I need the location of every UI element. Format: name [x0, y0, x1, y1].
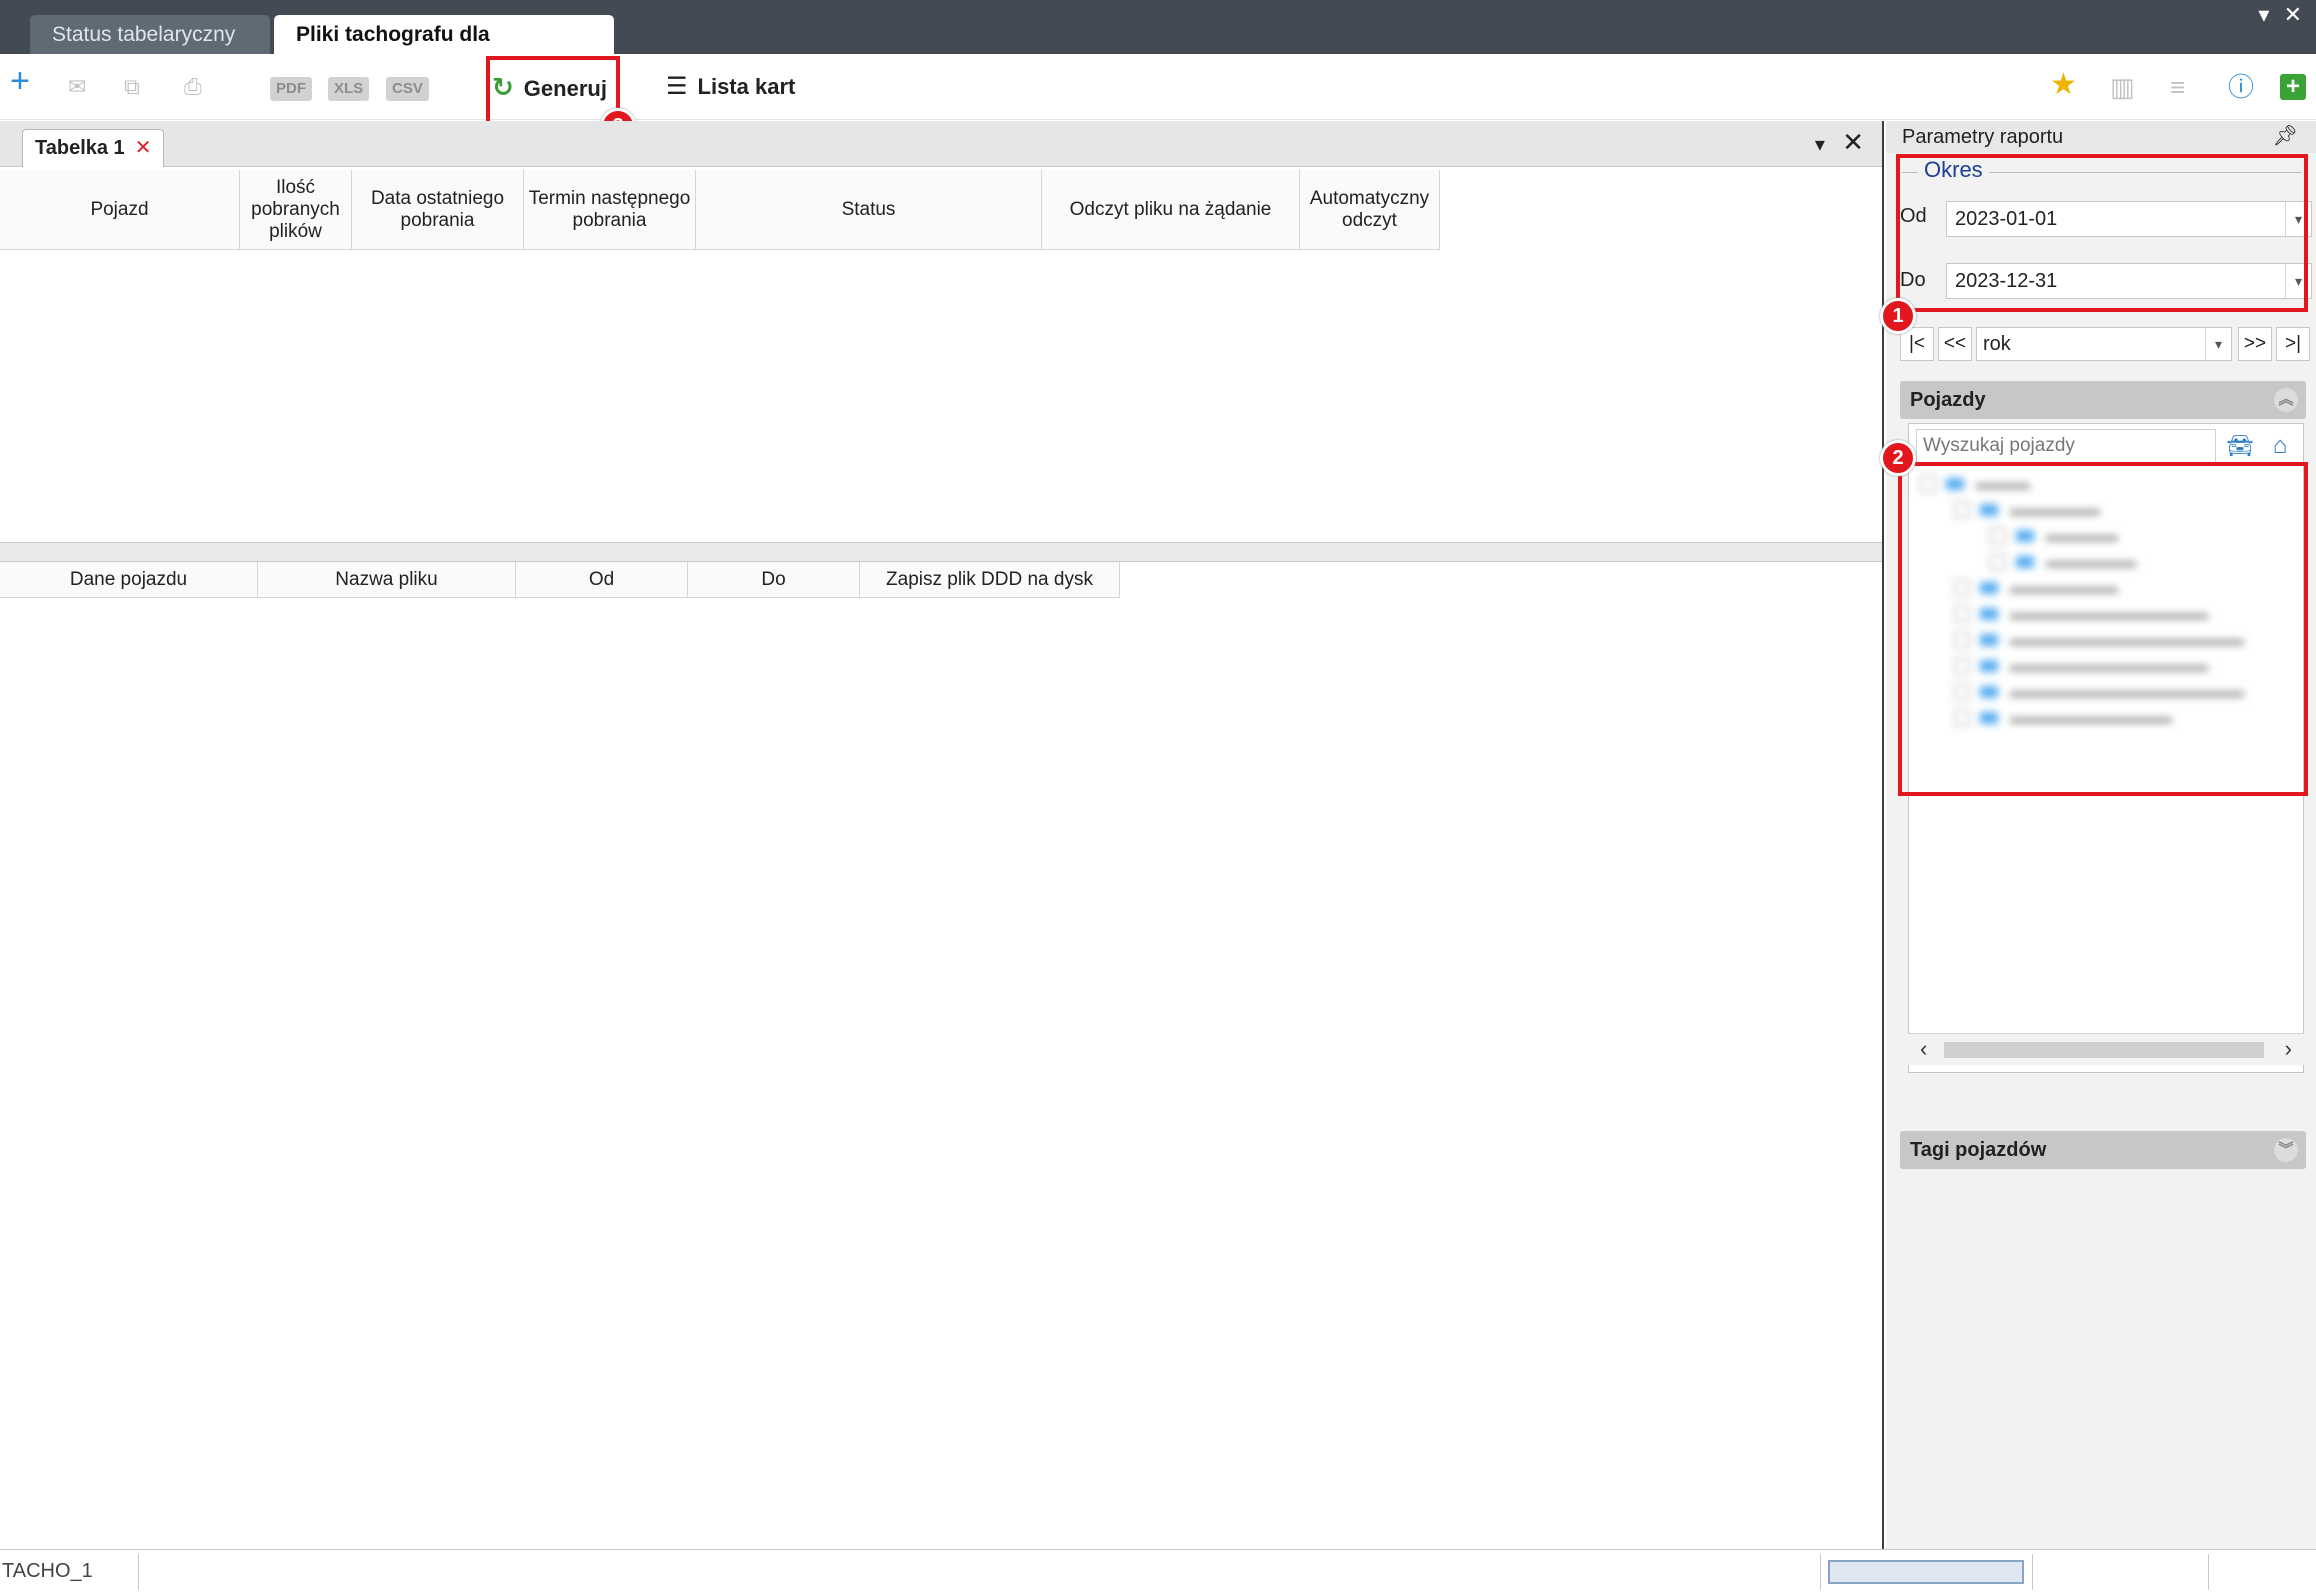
car-icon[interactable]: 🚘︎: [2222, 429, 2258, 463]
close-icon[interactable]: ✕: [1842, 127, 1864, 157]
divider: [2208, 1554, 2209, 1590]
next-period-button[interactable]: >>: [2238, 327, 2272, 361]
column-header[interactable]: Do: [688, 562, 860, 597]
card-list-label: Lista kart: [697, 74, 796, 99]
column-header[interactable]: Dane pojazdu: [0, 562, 258, 597]
files-grid-header: Dane pojazdu Nazwa pliku Od Do Zapisz pl…: [0, 562, 1120, 598]
chevron-left-icon[interactable]: ‹: [1920, 1036, 1927, 1062]
scroll-thumb[interactable]: [1944, 1042, 2264, 1058]
divider: [138, 1554, 139, 1590]
tab-label: Tabelka 1: [35, 137, 125, 159]
xls-export-button[interactable]: XLS: [328, 77, 370, 101]
dropdown-icon[interactable]: ▾: [1815, 134, 1825, 156]
section-title: Pojazdy: [1910, 389, 1986, 411]
tab-controls: ▾ ✕: [1815, 127, 1864, 158]
report-parameters-panel: Parametry raportu 📌︎ Okres Od 2023-01-01…: [1886, 121, 2316, 1549]
prev-period-button[interactable]: <<: [1938, 327, 1972, 361]
list-icon: ☰: [666, 73, 688, 100]
toolbar: + ✉ ⧉ ⎙ PDF XLS CSV ↻ Generuj ☰ Lista kart…: [0, 54, 2316, 120]
divider: [1820, 1554, 1821, 1590]
add-icon[interactable]: +: [10, 62, 30, 100]
home-icon[interactable]: ⌂: [2262, 429, 2298, 463]
pin-icon[interactable]: 📌︎: [2273, 123, 2298, 148]
export-icon[interactable]: ⧉: [124, 68, 140, 106]
tab-status-tabelaryczny[interactable]: Status tabelaryczny: [30, 15, 270, 54]
vehicles-grid-header: Pojazd Ilość pobranych plików Data ostat…: [0, 170, 1440, 250]
section-title: Tagi pojazdów: [1910, 1139, 2047, 1161]
horizontal-scrollbar[interactable]: ‹ ›: [1908, 1033, 2304, 1065]
marker-1: 1: [1880, 298, 1916, 334]
column-header[interactable]: Data ostatniego pobrania: [352, 170, 524, 249]
report-tab-bar: Tabelka 1 ✕ ▾ ✕: [0, 121, 1882, 167]
highlight-box-vehicles: [1898, 462, 2308, 796]
vehicle-search-input[interactable]: Wyszukaj pojazdy: [1916, 429, 2216, 463]
collapse-icon[interactable]: ︽: [2274, 388, 2298, 412]
marker-2: 2: [1880, 440, 1916, 476]
add-green-icon[interactable]: +: [2280, 74, 2306, 100]
panel-splitter[interactable]: [0, 542, 1882, 562]
info-icon[interactable]: ⓘ: [2228, 68, 2254, 106]
progress-bar: [1828, 1560, 2024, 1584]
dropdown-icon[interactable]: ▾: [2258, 2, 2269, 27]
status-bar: TACHO_1: [0, 1549, 2316, 1592]
column-header[interactable]: Pojazd: [0, 170, 240, 249]
column-header[interactable]: Termin następnego pobrania: [524, 170, 696, 249]
column-header[interactable]: Od: [516, 562, 688, 597]
window-controls: ▾ ✕: [2258, 2, 2302, 28]
column-header[interactable]: Odczyt pliku na żądanie: [1042, 170, 1300, 249]
csv-export-button[interactable]: CSV: [386, 77, 429, 101]
column-header[interactable]: Automatyczny odczyt: [1300, 170, 1440, 249]
mail-icon[interactable]: ✉: [68, 68, 86, 106]
highlight-box-period: [1896, 154, 2308, 312]
report-panel: Tabelka 1 ✕ ▾ ✕ Pojazd Ilość pobranych pl…: [0, 121, 1884, 1549]
period-select[interactable]: rok ▾: [1976, 327, 2232, 361]
period-value: rok: [1983, 333, 2011, 355]
column-header[interactable]: Nazwa pliku: [258, 562, 516, 597]
print-icon[interactable]: ⎙: [184, 68, 202, 106]
chevron-right-icon[interactable]: ›: [2285, 1036, 2292, 1062]
card-list-button[interactable]: ☰ Lista kart: [666, 68, 795, 106]
column-header[interactable]: Zapisz plik DDD na dysk: [860, 562, 1120, 597]
expand-icon[interactable]: ︾: [2274, 1138, 2298, 1162]
column-header[interactable]: Ilość pobranych plików: [240, 170, 352, 249]
chart-icon[interactable]: ▥: [2110, 68, 2135, 106]
tab-label: Status tabelaryczny: [52, 23, 236, 46]
column-header[interactable]: Status: [696, 170, 1042, 249]
columns-icon[interactable]: ≡: [2170, 68, 2185, 106]
divider: [2032, 1554, 2033, 1590]
chevron-down-icon[interactable]: ▾: [2205, 328, 2231, 360]
tab-pliki-tachografu[interactable]: Pliki tachografu dla pojazdów✕: [274, 15, 614, 87]
panel-title: Parametry raportu: [1886, 121, 2316, 153]
top-tab-bar: Status tabelaryczny Pliki tachografu dla…: [0, 0, 2316, 87]
last-period-button[interactable]: >|: [2276, 327, 2310, 361]
pdf-export-button[interactable]: PDF: [270, 77, 312, 101]
vehicles-section-header[interactable]: Pojazdy ︽: [1900, 381, 2306, 419]
star-icon[interactable]: ★: [2050, 66, 2077, 104]
close-icon[interactable]: ✕: [2284, 2, 2302, 27]
vehicle-tags-section-header[interactable]: Tagi pojazdów ︾: [1900, 1131, 2306, 1169]
highlight-box-generate: [486, 56, 620, 126]
status-text: TACHO_1: [2, 1560, 93, 1582]
close-icon[interactable]: ✕: [135, 137, 152, 159]
tab-tabelka-1[interactable]: Tabelka 1 ✕: [22, 129, 165, 167]
